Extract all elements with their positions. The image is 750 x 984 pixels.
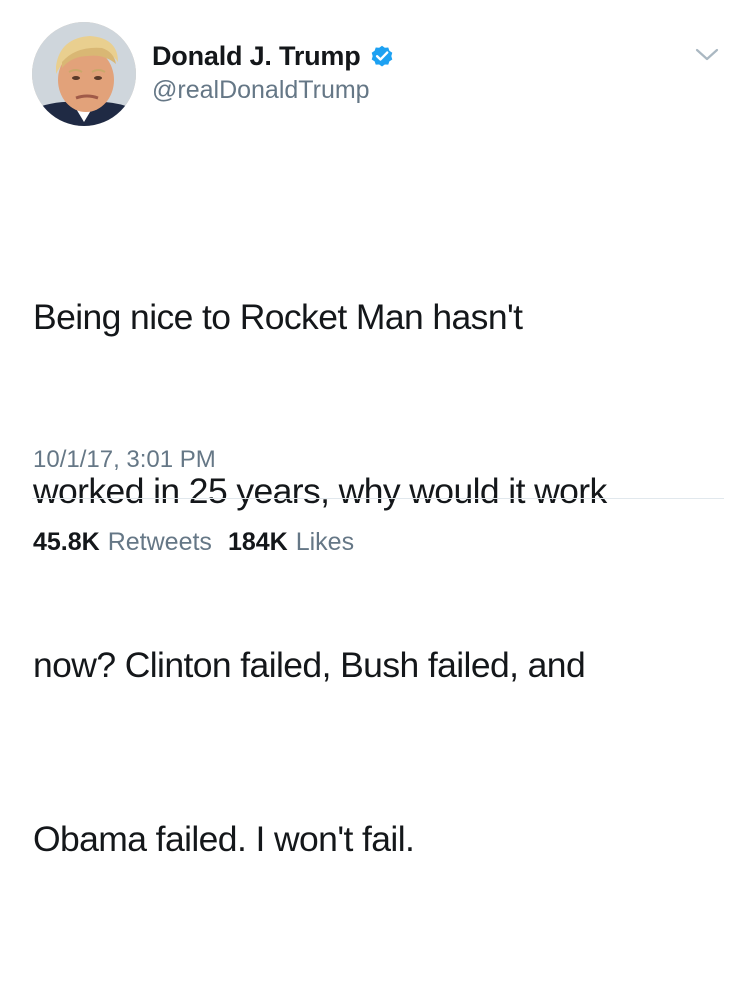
likes-label[interactable]: Likes bbox=[296, 528, 354, 557]
verified-badge-icon bbox=[369, 43, 395, 69]
tweet-stats: 45.8K Retweets 184K Likes bbox=[33, 528, 370, 557]
chevron-down-icon[interactable] bbox=[691, 44, 723, 66]
tweet-card: Donald J. Trump @realDonaldTrump Being n… bbox=[0, 0, 750, 859]
tweet-text: Being nice to Rocket Man hasn't worked i… bbox=[33, 172, 723, 984]
avatar[interactable] bbox=[32, 22, 136, 126]
retweets-label[interactable]: Retweets bbox=[108, 528, 212, 557]
author-display-name[interactable]: Donald J. Trump bbox=[152, 41, 361, 72]
author-name-row: Donald J. Trump bbox=[152, 38, 395, 74]
profile-photo-icon bbox=[32, 22, 136, 126]
tweet-text-line: now? Clinton failed, Bush failed, and bbox=[33, 645, 586, 685]
retweets-count[interactable]: 45.8K bbox=[33, 528, 100, 557]
tweet-text-line: Being nice to Rocket Man hasn't bbox=[33, 297, 523, 337]
tweet-timestamp[interactable]: 10/1/17, 3:01 PM bbox=[33, 446, 216, 474]
author-handle[interactable]: @realDonaldTrump bbox=[152, 76, 370, 105]
tweet-text-line: Obama failed. I won't fail. bbox=[33, 819, 415, 859]
divider bbox=[32, 498, 724, 499]
likes-count[interactable]: 184K bbox=[228, 528, 288, 557]
